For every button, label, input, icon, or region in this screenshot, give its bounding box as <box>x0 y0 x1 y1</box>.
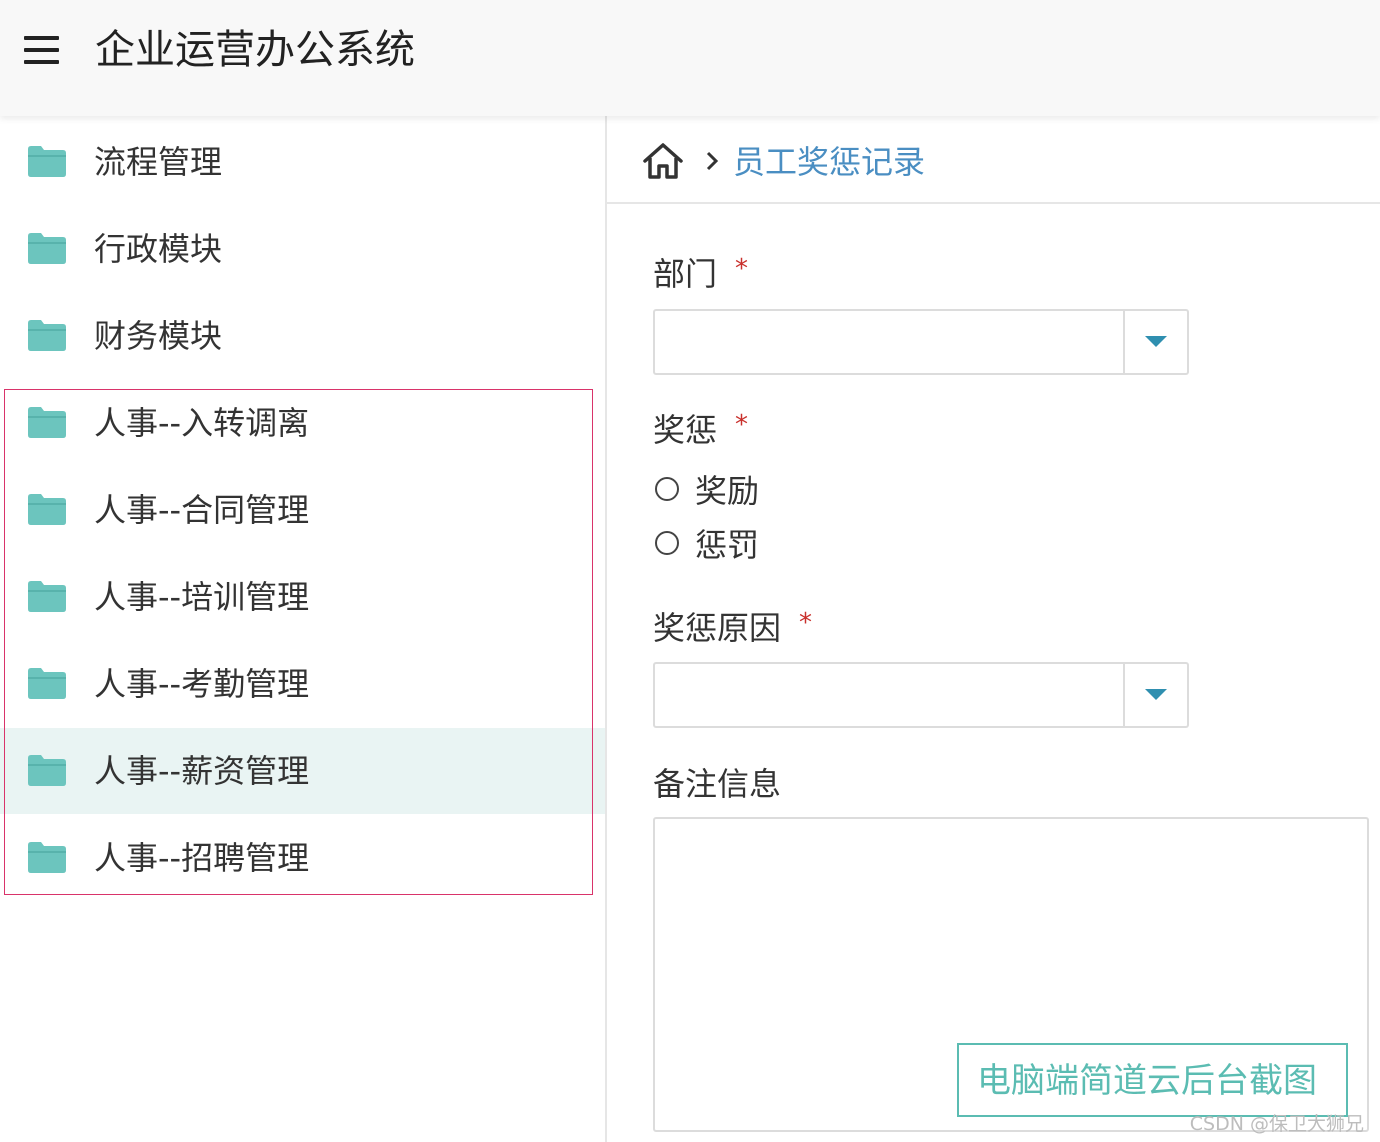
caret-down-icon[interactable] <box>1145 336 1167 347</box>
radio-label: 奖励 <box>695 472 760 510</box>
sidebar-item-hr-attendance[interactable]: 人事--考勤管理 <box>0 641 605 727</box>
reason-select[interactable] <box>653 662 1189 728</box>
sidebar-item-label: 人事--考勤管理 <box>94 665 310 703</box>
chevron-right-icon <box>706 151 719 171</box>
remarks-label: 备注信息 <box>653 765 782 803</box>
breadcrumb-current[interactable]: 员工奖惩记录 <box>733 140 925 184</box>
department-label: 部门 * <box>653 252 748 299</box>
caption-text: 电脑端简道云后台截图 <box>977 1061 1317 1101</box>
required-mark: * <box>735 410 749 440</box>
sidebar-item-label: 人事--薪资管理 <box>94 752 310 790</box>
required-mark: * <box>799 608 813 638</box>
sidebar: 流程管理 行政模块 财务模块 人事--入转调离 人事--合同管理 人事--培训管… <box>0 116 607 1142</box>
select-divider <box>1123 664 1125 726</box>
sidebar-item-hr-contracts[interactable]: 人事--合同管理 <box>0 467 605 553</box>
folder-icon <box>28 668 66 699</box>
radio-label: 惩罚 <box>695 526 760 564</box>
app-title: 企业运营办公系统 <box>95 27 415 73</box>
sidebar-item-hr-training[interactable]: 人事--培训管理 <box>0 554 605 640</box>
caret-down-icon[interactable] <box>1145 689 1167 700</box>
top-bar: 企业运营办公系统 <box>0 0 1380 116</box>
reward-punish-label: 奖惩 * <box>653 408 748 455</box>
sidebar-item-process[interactable]: 流程管理 <box>0 119 605 205</box>
folder-icon <box>28 233 66 264</box>
reason-label-text: 奖惩原因 <box>653 609 782 647</box>
radio-circle-icon[interactable] <box>655 531 679 555</box>
folder-icon <box>28 320 66 351</box>
folder-icon <box>28 494 66 525</box>
home-icon[interactable] <box>642 142 684 180</box>
sidebar-item-label: 流程管理 <box>94 143 223 181</box>
reason-label: 奖惩原因 * <box>653 606 812 653</box>
folder-icon <box>28 146 66 177</box>
folder-icon <box>28 581 66 612</box>
sidebar-item-finance[interactable]: 财务模块 <box>0 293 605 379</box>
department-label-text: 部门 <box>653 255 718 293</box>
breadcrumb: 员工奖惩记录 <box>607 116 1380 204</box>
folder-icon <box>28 755 66 786</box>
sidebar-item-label: 财务模块 <box>94 317 223 355</box>
sidebar-item-label: 人事--招聘管理 <box>94 839 310 877</box>
sidebar-item-label: 人事--培训管理 <box>94 578 310 616</box>
sidebar-item-label: 人事--入转调离 <box>94 404 310 442</box>
required-mark: * <box>735 254 749 284</box>
sidebar-item-label: 人事--合同管理 <box>94 491 310 529</box>
folder-icon <box>28 842 66 873</box>
department-select[interactable] <box>653 309 1189 375</box>
radio-circle-icon[interactable] <box>655 477 679 501</box>
sidebar-item-hr-salary[interactable]: 人事--薪资管理 <box>0 728 605 814</box>
sidebar-item-hr-recruiting[interactable]: 人事--招聘管理 <box>0 815 605 901</box>
folder-icon <box>28 407 66 438</box>
select-divider <box>1123 311 1125 373</box>
sidebar-item-admin[interactable]: 行政模块 <box>0 206 605 292</box>
reward-punish-label-text: 奖惩 <box>653 411 718 449</box>
sidebar-item-hr-onboarding[interactable]: 人事--入转调离 <box>0 380 605 466</box>
caption-overlay: 电脑端简道云后台截图 <box>957 1043 1348 1117</box>
main-content: 员工奖惩记录 部门 * 奖惩 * 奖励 惩罚 奖惩原因 * 备注信息 <box>607 116 1380 1142</box>
source-watermark: CSDN @保卫大狮兄 <box>1189 1113 1364 1135</box>
hamburger-menu-icon[interactable] <box>24 34 60 66</box>
sidebar-item-label: 行政模块 <box>94 230 223 268</box>
